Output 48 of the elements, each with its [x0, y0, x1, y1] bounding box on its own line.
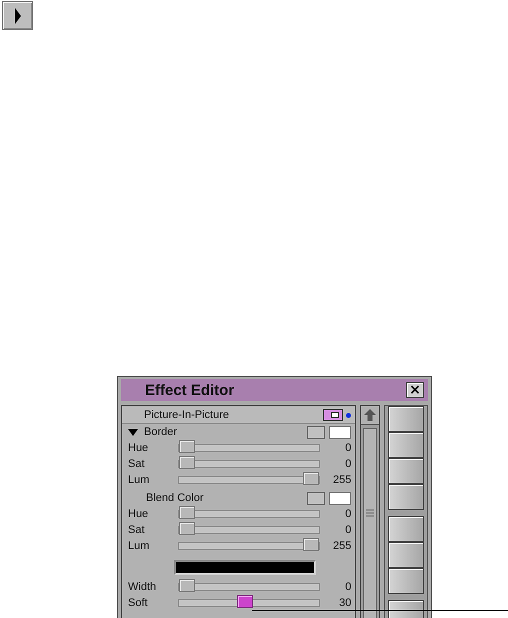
slider-thumb[interactable]: [303, 538, 319, 551]
color-swatch[interactable]: [329, 426, 352, 438]
effect-button[interactable]: [388, 432, 424, 458]
slider-value: 0: [344, 581, 352, 593]
slider-label: Sat: [128, 524, 146, 536]
slider-thumb[interactable]: [179, 456, 195, 469]
slider-value: 0: [344, 524, 352, 536]
slider-value: 255: [332, 540, 352, 552]
slider-value: 0: [344, 442, 352, 454]
slider-label: Width: [128, 581, 158, 593]
slider-thumb[interactable]: [237, 595, 254, 608]
status-dot: [346, 412, 352, 418]
slider-value: 0: [344, 458, 352, 470]
effect-name: Picture-In-Picture: [144, 409, 229, 421]
pip-icon[interactable]: [323, 409, 344, 421]
slider-label: Hue: [128, 508, 150, 520]
effect-button[interactable]: [388, 406, 424, 432]
close-button[interactable]: ×: [406, 382, 424, 398]
disclosure-triangle-icon[interactable]: [128, 428, 138, 436]
effect-button[interactable]: [388, 542, 424, 568]
slider-thumb[interactable]: [179, 579, 195, 592]
color-picker-button[interactable]: [307, 426, 326, 438]
slider-label: Lum: [128, 540, 150, 552]
play-button[interactable]: [2, 1, 33, 30]
play-icon: [12, 6, 22, 24]
slider-value: 30: [338, 597, 352, 609]
color-swatch[interactable]: [329, 492, 352, 504]
slider-label: Hue: [128, 442, 150, 454]
slider-label: Sat: [128, 458, 146, 470]
up-arrow-icon[interactable]: [363, 408, 378, 422]
slider-value: 0: [344, 508, 352, 520]
section-label: Blend Color: [146, 492, 204, 504]
section-label: Border: [144, 426, 178, 438]
slider-value: 255: [332, 474, 352, 486]
effect-button[interactable]: [388, 568, 424, 594]
grip-icon[interactable]: [366, 509, 374, 517]
slider-thumb[interactable]: [179, 522, 195, 535]
slider-label: Soft: [128, 597, 149, 609]
window-title: Effect Editor: [145, 382, 234, 398]
slider-thumb[interactable]: [179, 506, 195, 519]
slider-label: Lum: [128, 474, 150, 486]
effect-button[interactable]: [388, 458, 424, 484]
effect-button[interactable]: [388, 484, 424, 510]
slider-thumb[interactable]: [179, 440, 195, 453]
effect-button[interactable]: [388, 516, 424, 542]
color-picker-button[interactable]: [307, 492, 326, 504]
scrollbar[interactable]: [360, 405, 380, 618]
slider-thumb[interactable]: [303, 472, 319, 485]
